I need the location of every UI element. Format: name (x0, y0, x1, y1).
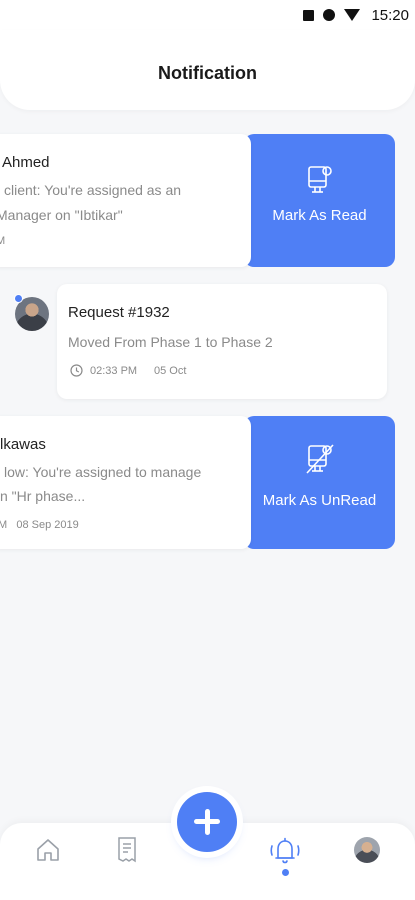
add-button[interactable] (177, 792, 237, 852)
notification-card[interactable]: lkawas low: You're assigned to manage n … (0, 416, 251, 549)
status-bar: 15:20 (0, 0, 415, 30)
profile-avatar[interactable] (354, 837, 380, 863)
notification-bell-icon[interactable] (267, 836, 303, 866)
status-icons: 15:20 (303, 6, 409, 24)
stop-icon (303, 9, 315, 21)
mark-unread-icon (305, 444, 334, 474)
notification-message-line: Manager on "Ibtikar" (0, 207, 123, 223)
home-icon[interactable] (35, 837, 61, 863)
status-time: 15:20 (371, 6, 409, 24)
add-icon (204, 809, 210, 835)
notification-card[interactable]: Request #1932 Moved From Phase 1 to Phas… (57, 284, 387, 399)
notification-card[interactable]: Ahmed client: You're assigned as an Mana… (0, 134, 251, 267)
mark-read-icon (307, 166, 332, 193)
wifi-icon (344, 9, 361, 21)
mark-as-unread-label: Mark As UnRead (262, 492, 377, 509)
notification-message-line: client: You're assigned as an (4, 182, 182, 198)
notification-title: Request #1932 (68, 304, 170, 321)
header: Notification (0, 30, 415, 110)
unread-indicator (14, 294, 23, 303)
page-title: Notification (158, 63, 257, 83)
notification-date: 05 Oct (154, 365, 187, 377)
clock-icon (70, 364, 83, 377)
notification-title: lkawas (0, 436, 46, 453)
notification-message-line: Moved From Phase 1 to Phase 2 (68, 334, 273, 350)
requests-icon[interactable] (116, 836, 138, 864)
mark-as-unread-button[interactable]: Mark As UnRead (244, 416, 395, 549)
notification-title: Ahmed (2, 154, 50, 171)
notification-message-line: low: You're assigned to manage (4, 464, 202, 480)
mark-as-read-label: Mark As Read (272, 207, 367, 224)
active-tab-indicator (282, 869, 289, 876)
notification-message-line: n "Hr phase... (0, 488, 86, 504)
notification-time: 02:33 PM (90, 365, 138, 377)
notification-meta: M (0, 235, 6, 247)
mark-as-read-button[interactable]: Mark As Read (244, 134, 395, 267)
record-icon (323, 9, 336, 21)
notification-meta: M 08 Sep 2019 (0, 519, 79, 531)
